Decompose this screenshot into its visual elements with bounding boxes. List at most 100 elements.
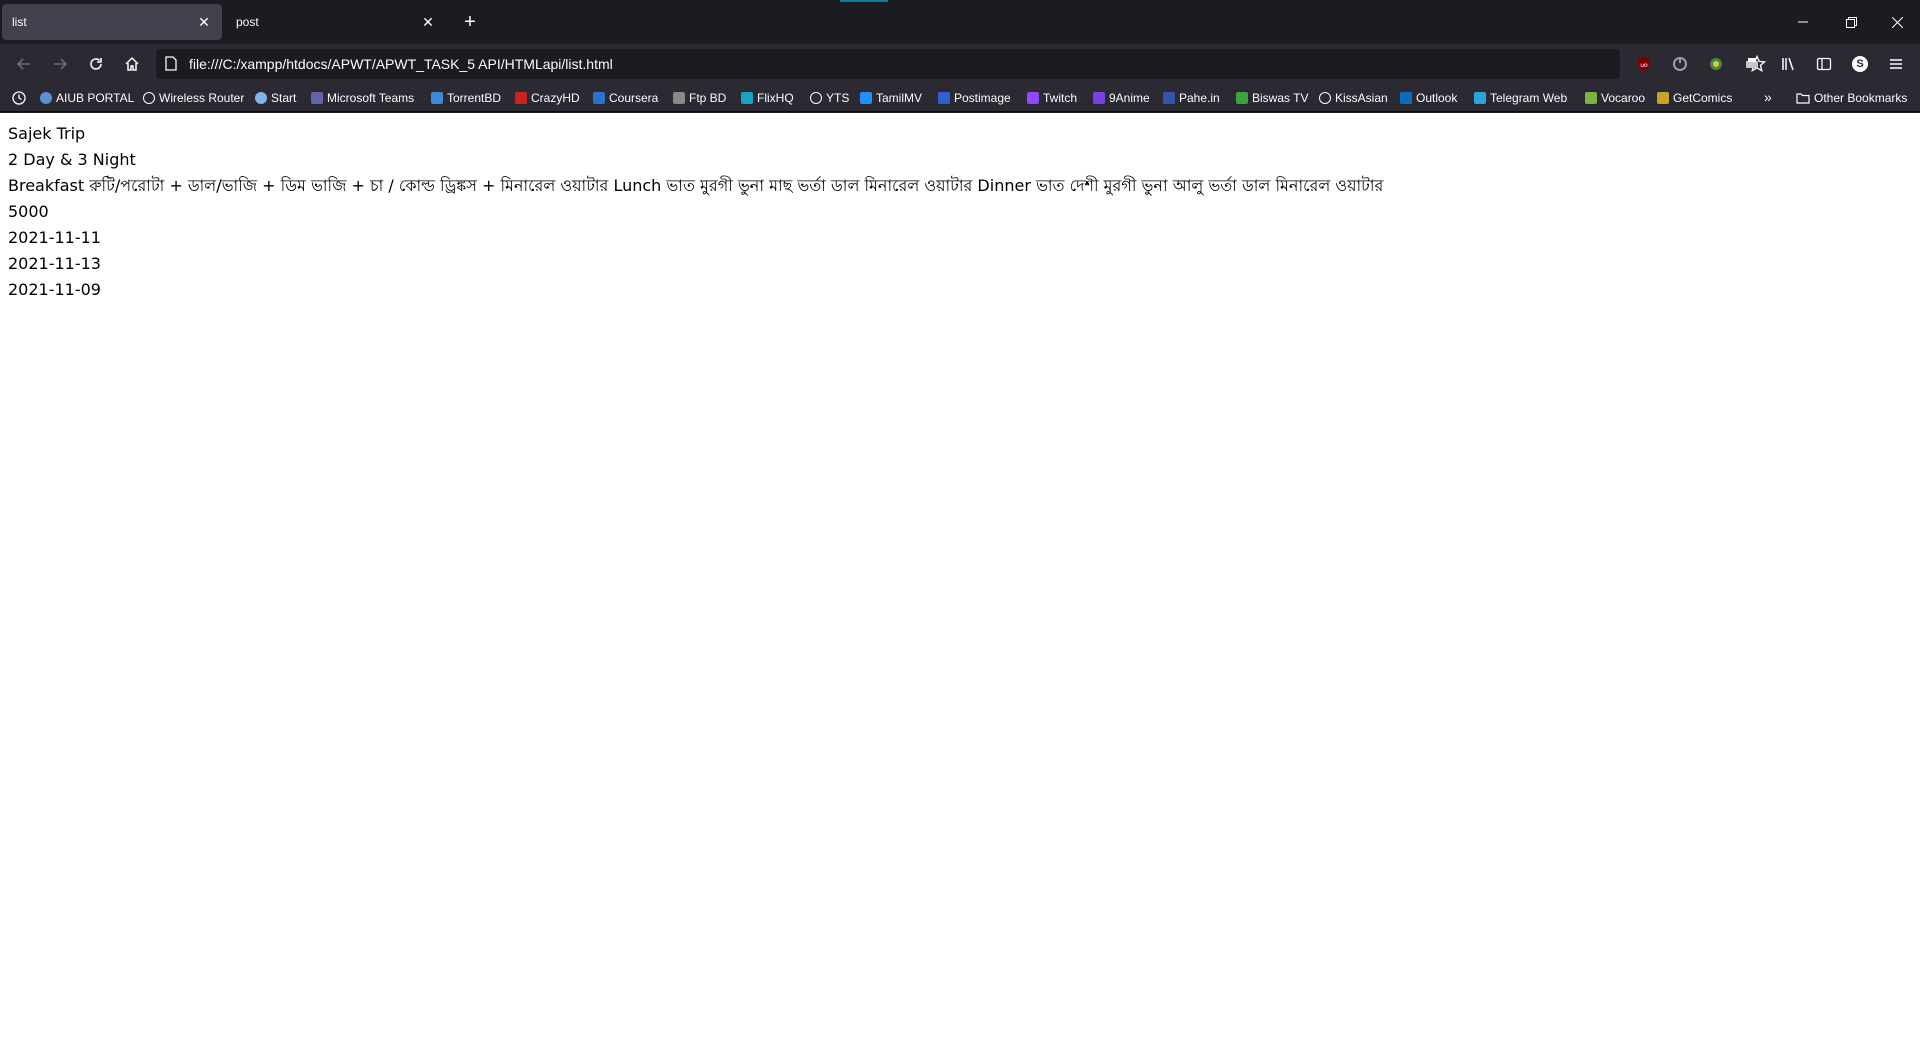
bookmark-label: GetComics xyxy=(1673,91,1733,105)
postimage-icon xyxy=(938,92,950,104)
teams-icon xyxy=(311,92,323,104)
bookmark-flixhq[interactable]: FlixHQ xyxy=(741,89,794,107)
bookmark-label: Vocaroo xyxy=(1601,91,1646,105)
tab-strip: list ✕ post ✕ + xyxy=(0,0,1920,44)
vocaroo-icon xyxy=(1585,92,1597,104)
bookmark-microsoft-teams[interactable]: Microsoft Teams xyxy=(311,89,414,107)
close-tab-icon[interactable]: ✕ xyxy=(196,14,212,30)
bookmark-kissasian[interactable]: KissAsian xyxy=(1319,89,1388,107)
svg-text:uo: uo xyxy=(1640,62,1648,69)
globe-icon xyxy=(143,92,155,104)
tab-strip-indicator xyxy=(840,0,888,2)
bookmark-label: Microsoft Teams xyxy=(327,91,415,105)
bookmark-getcomics[interactable]: GetComics xyxy=(1657,89,1732,107)
bookmark-label: YTS xyxy=(826,91,850,105)
tab-list[interactable]: list ✕ xyxy=(2,4,222,40)
bookmark-vocaroo[interactable]: Vocaroo xyxy=(1585,89,1645,107)
bookmark-biswas-tv[interactable]: Biswas TV xyxy=(1236,89,1308,107)
more-bookmarks-icon[interactable]: » xyxy=(1764,89,1772,105)
home-button[interactable] xyxy=(118,50,146,78)
globe-icon xyxy=(810,92,822,104)
bookmark-wireless-router[interactable]: Wireless Router xyxy=(143,89,244,107)
bookmark-label: Coursera xyxy=(609,91,659,105)
biswastv-icon xyxy=(1236,92,1248,104)
recent-history-icon[interactable] xyxy=(12,89,26,107)
outlook-icon xyxy=(1400,92,1412,104)
new-tab-icon[interactable]: + xyxy=(458,10,482,34)
bookmark-label: Telegram Web xyxy=(1490,91,1568,105)
shield-icon xyxy=(255,92,267,104)
bookmark-pahe-in[interactable]: Pahe.in xyxy=(1163,89,1220,107)
library-icon[interactable] xyxy=(1776,52,1800,76)
tab-title: post xyxy=(236,15,259,29)
bookmark-start[interactable]: Start xyxy=(255,89,296,107)
trip-deadline-date: 2021-11-09 xyxy=(8,280,101,299)
menu-icon[interactable] xyxy=(1884,52,1908,76)
shield-icon xyxy=(40,92,52,104)
twitch-icon xyxy=(1027,92,1039,104)
crazyhd-icon xyxy=(515,92,527,104)
url-bar[interactable]: file:///C:/xampp/htdocs/APWT/APWT_TASK_5… xyxy=(156,49,1766,79)
extension-printer-icon[interactable] xyxy=(1740,52,1764,76)
ublock-icon[interactable]: uo xyxy=(1632,52,1656,76)
trip-start-date: 2021-11-11 xyxy=(8,228,101,247)
bookmark-label: FlixHQ xyxy=(757,91,794,105)
coursera-icon xyxy=(593,92,605,104)
bookmark-label: Twitch xyxy=(1043,91,1078,105)
close-window-icon[interactable] xyxy=(1874,0,1920,44)
play-icon xyxy=(1093,92,1105,104)
tamilmv-icon xyxy=(860,92,872,104)
minimize-icon[interactable] xyxy=(1780,0,1826,44)
trip-title: Sajek Trip xyxy=(8,124,86,143)
bookmark-label: CrazyHD xyxy=(531,91,580,105)
bookmark-label: Postimage xyxy=(954,91,1011,105)
bookmark-9anime[interactable]: 9Anime xyxy=(1093,89,1150,107)
bookmark-label: Outlook xyxy=(1416,91,1458,105)
bookmark-ftp-bd[interactable]: Ftp BD xyxy=(673,89,726,107)
restore-icon[interactable] xyxy=(1828,0,1874,44)
trip-duration: 2 Day & 3 Night xyxy=(8,150,136,169)
bookmark-label: TamilMV xyxy=(876,91,923,105)
bookmark-label: TorrentBD xyxy=(447,91,502,105)
forward-button[interactable] xyxy=(46,50,74,78)
trip-meals: Breakfast রুটি/পরোটা + ডাল/ভাজি + ডিম ভা… xyxy=(8,176,1384,195)
navigation-toolbar: file:///C:/xampp/htdocs/APWT/APWT_TASK_5… xyxy=(0,44,1920,84)
page-icon xyxy=(164,55,178,72)
sidebar-icon[interactable] xyxy=(1812,52,1836,76)
bookmark-label: Biswas TV xyxy=(1252,91,1309,105)
bookmark-label: Start xyxy=(271,91,297,105)
back-button[interactable] xyxy=(10,50,38,78)
reload-button[interactable] xyxy=(82,50,110,78)
close-tab-icon[interactable]: ✕ xyxy=(420,14,436,30)
account-initial: S xyxy=(1856,58,1864,70)
bookmark-outlook[interactable]: Outlook xyxy=(1400,89,1457,107)
bookmark-coursera[interactable]: Coursera xyxy=(593,89,658,107)
bookmark-yts[interactable]: YTS xyxy=(810,89,849,107)
bookmark-telegram-web[interactable]: Telegram Web xyxy=(1474,89,1567,107)
page-content: Sajek Trip 2 Day & 3 Night Breakfast রুট… xyxy=(0,113,1920,1041)
bookmark-tamilmv[interactable]: TamilMV xyxy=(860,89,922,107)
getcomics-icon xyxy=(1657,92,1669,104)
bookmark-label: Pahe.in xyxy=(1179,91,1220,105)
extension-leaf-icon[interactable] xyxy=(1704,52,1728,76)
trip-price: 5000 xyxy=(8,202,49,221)
bookmark-postimage[interactable]: Postimage xyxy=(938,89,1011,107)
tab-title: list xyxy=(12,15,27,29)
trip-end-date: 2021-11-13 xyxy=(8,254,101,273)
tab-post[interactable]: post ✕ xyxy=(226,4,446,40)
flixhq-icon xyxy=(741,92,753,104)
bookmark-label: 9Anime xyxy=(1109,91,1150,105)
url-text[interactable]: file:///C:/xampp/htdocs/APWT/APWT_TASK_5… xyxy=(189,56,613,72)
bookmark-aiub-portal[interactable]: AIUB PORTAL xyxy=(40,89,134,107)
other-bookmarks-label: Other Bookmarks xyxy=(1814,91,1908,105)
other-bookmarks-folder[interactable]: Other Bookmarks xyxy=(1796,89,1907,107)
bookmark-twitch[interactable]: Twitch xyxy=(1027,89,1077,107)
extension-power-icon[interactable] xyxy=(1668,52,1692,76)
pahe-icon xyxy=(1163,92,1175,104)
bookmark-label: Wireless Router xyxy=(159,91,245,105)
globe-icon xyxy=(1319,92,1331,104)
bookmark-crazyhd[interactable]: CrazyHD xyxy=(515,89,580,107)
bookmark-torrentbd[interactable]: TorrentBD xyxy=(431,89,501,107)
account-avatar[interactable]: S xyxy=(1848,52,1872,76)
telegram-icon xyxy=(1474,92,1486,104)
